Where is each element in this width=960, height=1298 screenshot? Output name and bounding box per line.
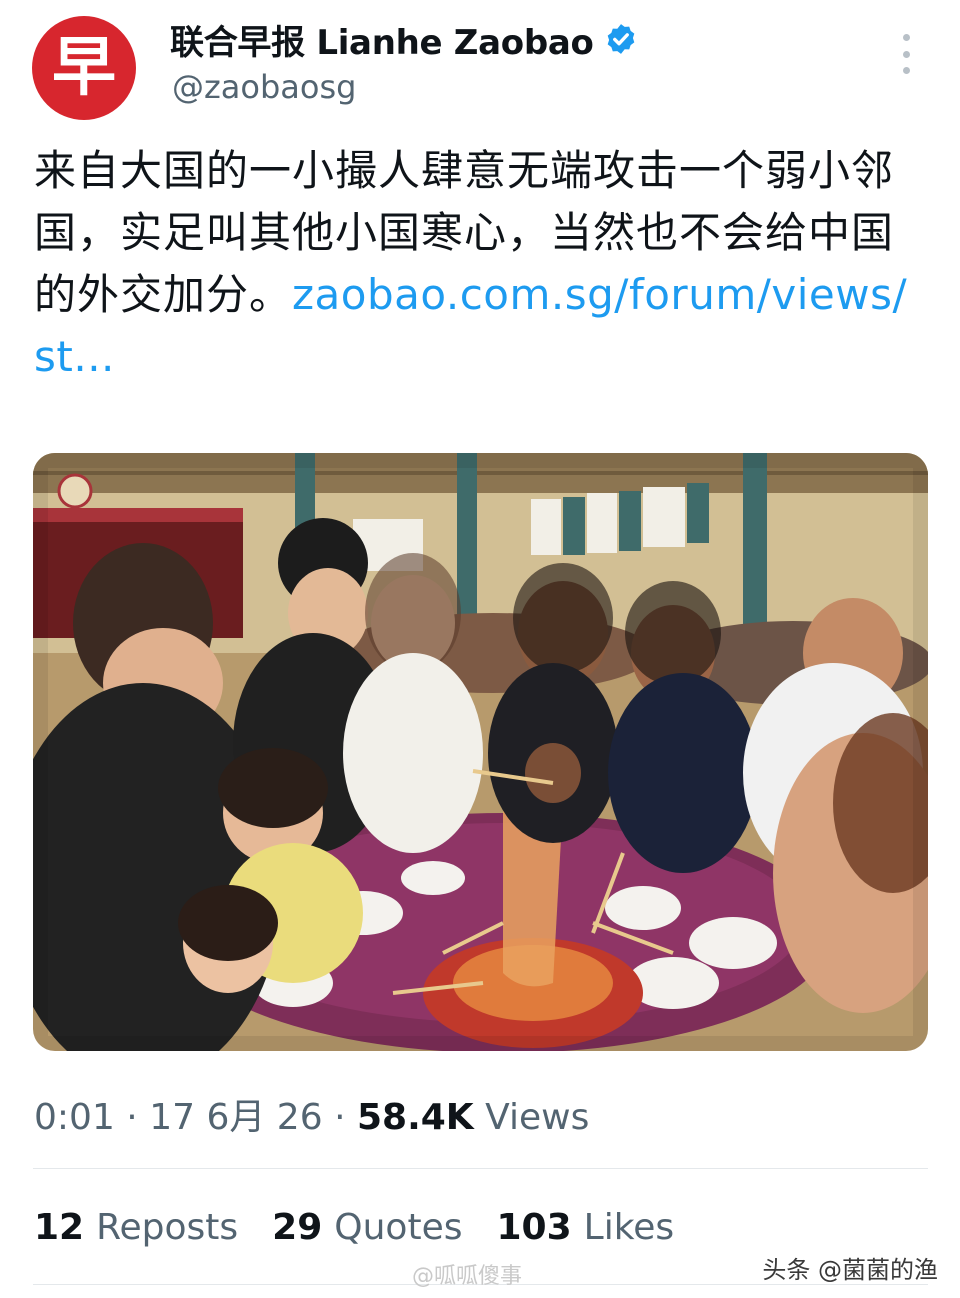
likes-stat[interactable]: 103 Likes xyxy=(496,1207,674,1248)
tweet-photo[interactable] xyxy=(33,453,928,1051)
views-label: Views xyxy=(485,1097,590,1138)
display-name[interactable]: 联合早报 Lianhe Zaobao xyxy=(170,15,594,64)
tweet-text: 来自大国的一小撮人肆意无端攻击一个弱小邻国，实足叫其他小国寒心，当然也不会给中国… xyxy=(34,140,914,388)
tweet-time[interactable]: 0:01 xyxy=(34,1097,115,1138)
views-count: 58.4K xyxy=(356,1097,474,1138)
author-name-row[interactable]: 联合早报 Lianhe Zaobao xyxy=(170,15,638,64)
engagement-stats: 12 Reposts 29 Quotes 103 Likes xyxy=(34,1207,674,1248)
meta-separator: · xyxy=(126,1097,138,1138)
tweet-date[interactable]: 17 6月 26 xyxy=(149,1097,322,1138)
likes-label: Likes xyxy=(583,1207,675,1248)
divider xyxy=(33,1168,928,1169)
reposts-stat[interactable]: 12 Reposts xyxy=(34,1207,238,1248)
quotes-stat[interactable]: 29 Quotes xyxy=(272,1207,462,1248)
meta-separator: · xyxy=(334,1097,346,1138)
reposts-label: Reposts xyxy=(96,1207,239,1248)
verified-badge-icon xyxy=(607,24,634,54)
avatar-logo: 早 xyxy=(52,30,116,105)
toutiao-watermark: 头条 @菌菌的渔 xyxy=(762,1256,938,1284)
reposts-count: 12 xyxy=(34,1207,85,1248)
avatar[interactable]: 早 xyxy=(32,16,136,120)
likes-count: 103 xyxy=(496,1207,572,1248)
photo-illustration xyxy=(33,453,928,1051)
weibo-watermark: @呱呱傻事 xyxy=(412,1264,523,1289)
more-options-icon[interactable] xyxy=(896,34,916,74)
author-handle[interactable]: @zaobaosg xyxy=(172,68,356,106)
tweet-meta: 0:01 · 17 6月 26 · 58.4K Views xyxy=(34,1088,589,1140)
quotes-label: Quotes xyxy=(334,1207,463,1248)
quotes-count: 29 xyxy=(272,1207,323,1248)
